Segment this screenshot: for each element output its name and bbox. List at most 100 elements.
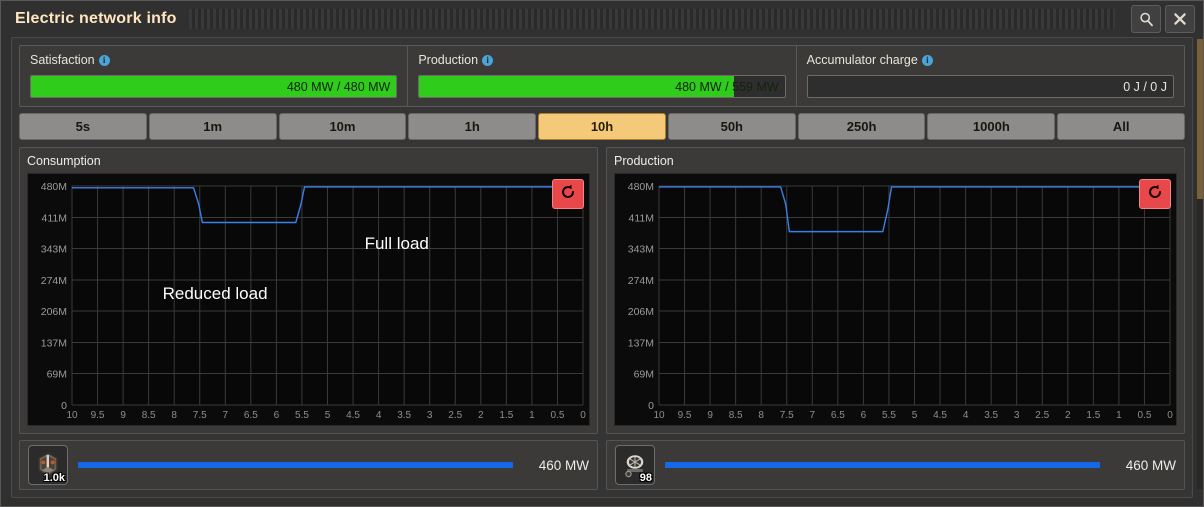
svg-text:206M: 206M (628, 306, 654, 318)
reset-production-button[interactable] (1139, 179, 1171, 209)
legend-bar (78, 462, 513, 468)
info-icon[interactable]: i (482, 54, 494, 66)
svg-text:480M: 480M (41, 181, 67, 193)
svg-text:7: 7 (223, 410, 229, 421)
svg-text:2: 2 (478, 410, 484, 421)
svg-text:6.5: 6.5 (831, 410, 845, 421)
svg-text:343M: 343M (628, 244, 654, 256)
close-icon (1173, 12, 1187, 26)
close-button[interactable] (1165, 5, 1195, 33)
search-icon (1139, 12, 1154, 27)
chart-annotation: Full load (364, 234, 429, 254)
tab-1h[interactable]: 1h (408, 113, 537, 140)
production-label: Production i (418, 53, 785, 67)
svg-text:2: 2 (1065, 410, 1071, 421)
satisfaction-value: 480 MW / 480 MW (286, 79, 391, 94)
svg-text:4: 4 (963, 410, 969, 421)
legend-value: 460 MW (1125, 457, 1176, 473)
tab-label: 5s (75, 119, 91, 134)
window-content: Satisfaction i 480 MW / 480 MW Productio… (11, 37, 1193, 498)
summary-cell-production: Production i 480 MW / 559 MW (408, 46, 797, 106)
tab-250h[interactable]: 250h (797, 113, 926, 140)
svg-text:9: 9 (120, 410, 126, 421)
svg-text:9.5: 9.5 (678, 410, 692, 421)
chart-svg: 0 69M 137M 206M 274M 343M 411M 480M 10 9.5 9 8.5 8 7.… (628, 181, 1173, 421)
svg-text:137M: 137M (628, 337, 654, 349)
reset-icon (1146, 183, 1164, 206)
svg-text:5.5: 5.5 (295, 410, 309, 421)
svg-text:0: 0 (1167, 410, 1173, 421)
satisfaction-label: Satisfaction i (30, 53, 397, 67)
chart-panel-consumption: Consumption 0 69M 137M 206M 274M 343M 411M 480M… (19, 147, 598, 434)
tab-label: All (1112, 119, 1130, 134)
svg-text:1.5: 1.5 (499, 410, 513, 421)
svg-text:7: 7 (810, 410, 816, 421)
chart-title-consumption: Consumption (27, 154, 101, 168)
accumulator-charge-label-text: Accumulator charge (806, 53, 918, 67)
titlebar: Electric network info (1, 1, 1203, 37)
tab-label: 1000h (972, 119, 1010, 134)
satisfaction-bar: 480 MW / 480 MW (30, 75, 398, 98)
svg-text:274M: 274M (628, 275, 654, 287)
svg-text:411M: 411M (42, 212, 68, 224)
svg-text:0.5: 0.5 (1137, 410, 1151, 421)
tab-label: 10h (590, 119, 614, 134)
svg-text:9: 9 (707, 410, 713, 421)
tab-10m[interactable]: 10m (278, 113, 407, 140)
legend-panel-consumption: 1.0k 460 MW (19, 440, 598, 490)
consumption-plot[interactable]: 0 69M 137M 206M 274M 343M 411M 480M 10 9.5 9 8.5 8 7.… (27, 173, 590, 426)
svg-text:3: 3 (427, 410, 433, 421)
svg-text:4.5: 4.5 (346, 410, 360, 421)
accumulator-charge-label: Accumulator charge i (807, 53, 1174, 67)
tab-label: 1m (203, 119, 223, 134)
svg-text:5: 5 (912, 410, 918, 421)
svg-text:8.5: 8.5 (142, 410, 156, 421)
production-bar: 480 MW / 559 MW (418, 75, 786, 98)
search-button[interactable] (1131, 5, 1161, 33)
svg-text:4.5: 4.5 (933, 410, 947, 421)
svg-text:10: 10 (66, 410, 78, 421)
svg-text:3.5: 3.5 (984, 410, 998, 421)
assembling-machine-icon[interactable]: 1.0k (28, 445, 68, 485)
accumulator-charge-bar: 0 J / 0 J (806, 75, 1174, 98)
svg-text:1: 1 (529, 410, 535, 421)
time-range-tabs: 5s 1m 10m 1h 10h 50h 250h 1000h All (19, 113, 1186, 140)
svg-text:206M: 206M (41, 306, 67, 318)
svg-text:1.5: 1.5 (1086, 410, 1100, 421)
svg-text:4: 4 (376, 410, 382, 421)
svg-text:69M: 69M (634, 369, 654, 381)
tab-10h[interactable]: 10h (538, 113, 666, 140)
info-icon[interactable]: i (921, 54, 933, 66)
chart-panel-production: Production 0 69M 137M 206M 274M 343M 411M 480M 1… (606, 147, 1185, 434)
svg-text:3.5: 3.5 (397, 410, 411, 421)
reset-consumption-button[interactable] (552, 179, 584, 209)
tab-all[interactable]: All (1057, 113, 1186, 140)
info-icon[interactable]: i (98, 54, 110, 66)
production-plot[interactable]: 0 69M 137M 206M 274M 343M 411M 480M 10 9.5 9 8.5 8 7.… (614, 173, 1177, 426)
svg-text:10: 10 (653, 410, 665, 421)
svg-text:6: 6 (274, 410, 280, 421)
production-label-text: Production (418, 53, 479, 67)
tab-50h[interactable]: 50h (667, 113, 796, 140)
svg-text:8: 8 (171, 410, 177, 421)
svg-text:8: 8 (758, 410, 764, 421)
svg-text:274M: 274M (41, 275, 67, 287)
summary-cell-satisfaction: Satisfaction i 480 MW / 480 MW (20, 46, 409, 106)
tab-label: 50h (720, 119, 743, 134)
steam-engine-icon[interactable]: 98 (615, 445, 655, 485)
tab-1000h[interactable]: 1000h (927, 113, 1056, 140)
chart-title-production: Production (614, 154, 674, 168)
svg-text:0: 0 (580, 410, 586, 421)
chart-svg: 0 69M 137M 206M 274M 343M 411M 480M 10 9.5 9 8.5 8 7.… (41, 181, 586, 421)
legend-panel-production: 98 460 MW (606, 440, 1185, 490)
window-drag-handle[interactable] (188, 9, 1115, 29)
window-scrollbar-thumb[interactable] (1197, 39, 1203, 199)
satisfaction-label-text: Satisfaction (30, 53, 95, 67)
svg-text:480M: 480M (628, 181, 654, 193)
tab-5s[interactable]: 5s (19, 113, 147, 140)
svg-text:411M: 411M (629, 212, 655, 224)
tab-1m[interactable]: 1m (148, 113, 277, 140)
tab-label: 1h (464, 119, 480, 134)
svg-text:2.5: 2.5 (448, 410, 462, 421)
tab-label: 250h (846, 119, 877, 134)
